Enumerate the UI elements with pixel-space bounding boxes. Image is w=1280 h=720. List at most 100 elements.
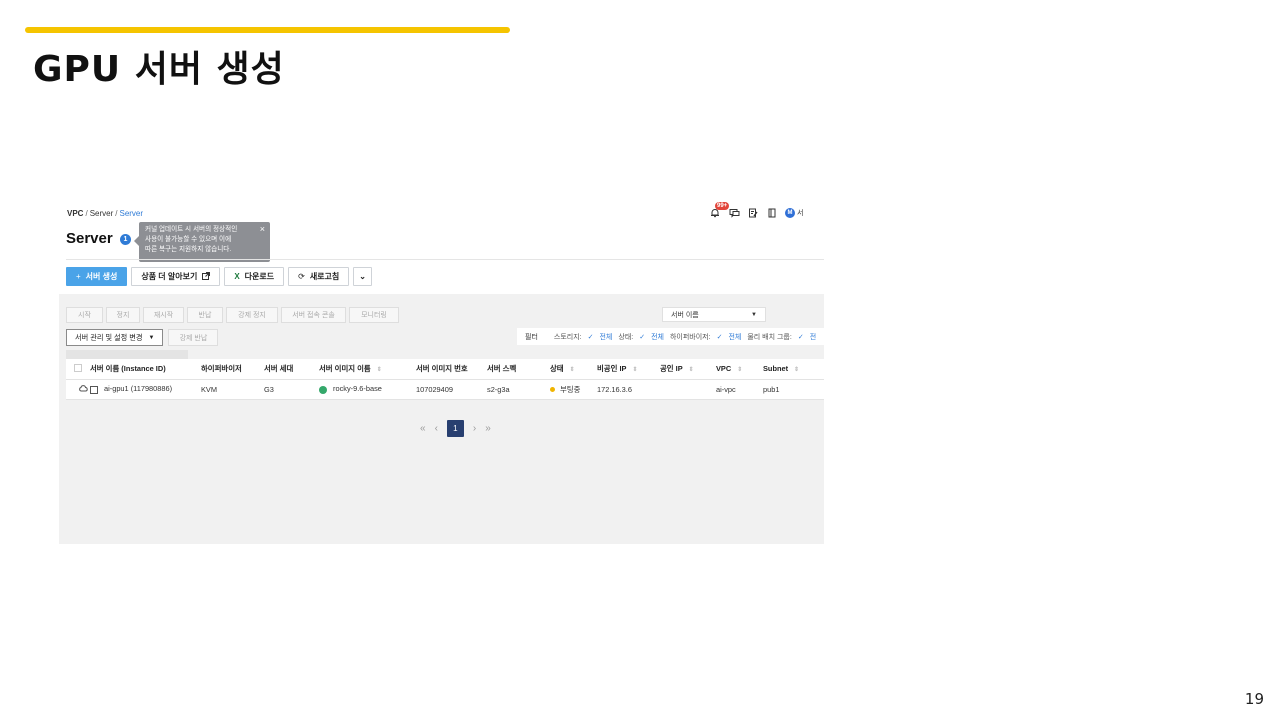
pagination: « ‹ 1 › »: [420, 420, 491, 437]
search-field-value: 서버 이름: [671, 311, 699, 319]
cell-public-ip: [660, 379, 716, 400]
console-screenshot: VPC / Server / Server 99+ M 서 Server 1 커널 업데…: [59, 200, 824, 544]
server-settings-label: 서버 관리 및 설정 변경: [75, 332, 143, 342]
server-icon: [90, 385, 98, 394]
force-stop-button[interactable]: 강제 정지: [226, 307, 278, 323]
table-header-row: 서버 이름 (Instance ID) 하이퍼바이저 서버 세대 서버 이미지 …: [66, 359, 824, 380]
cell-image-no: 107029409: [416, 379, 487, 400]
col-hypervisor[interactable]: 하이퍼바이저: [201, 359, 264, 380]
breadcrumb-server[interactable]: Server: [90, 209, 114, 218]
breadcrumb-vpc[interactable]: VPC: [67, 209, 83, 218]
col-private-ip[interactable]: 비공인 IP ⇕: [597, 359, 660, 380]
check-icon: ✓: [587, 333, 594, 341]
download-label: 다운로드: [244, 272, 275, 281]
caret-down-icon: ▼: [148, 334, 155, 341]
cell-name[interactable]: ai-gpu1 (117980886): [90, 379, 201, 400]
check-icon: ✓: [716, 333, 723, 341]
server-settings-dropdown[interactable]: 서버 관리 및 설정 변경 ▼: [66, 329, 164, 346]
page-current[interactable]: 1: [446, 420, 464, 437]
tooltip-line-1: 커널 업데이트 시 서버의 정상적인: [145, 226, 238, 233]
filter-placement-value[interactable]: 전: [810, 332, 816, 342]
close-icon[interactable]: ×: [260, 224, 265, 234]
tooltip-line-2: 사용이 불가능할 수 있으며 이에: [145, 236, 232, 243]
filter-label[interactable]: 필터: [525, 332, 538, 342]
first-page-icon[interactable]: «: [420, 423, 426, 434]
cell-image-name: rocky-9.6-base: [319, 379, 416, 400]
console-button[interactable]: 서버 접속 콘솔: [281, 307, 346, 323]
search-field-select[interactable]: 서버 이름 ▼: [662, 307, 766, 322]
cell-generation: G3: [264, 379, 319, 400]
external-link-icon: [202, 271, 211, 282]
refresh-icon: ⟳: [298, 272, 305, 281]
user-menu[interactable]: M 서: [785, 207, 803, 219]
filter-storage-value[interactable]: 전체: [599, 332, 612, 342]
sort-icon: ⇕: [737, 367, 743, 374]
table-row[interactable]: ai-gpu1 (117980886) KVM G3 rocky-9.6-bas…: [66, 379, 824, 400]
force-return-button[interactable]: 강제 반납: [168, 329, 219, 346]
select-all-checkbox[interactable]: [66, 359, 90, 380]
create-server-button[interactable]: + 서버 생성: [66, 267, 128, 286]
server-table: 서버 이름 (Instance ID) 하이퍼바이저 서버 세대 서버 이미지 …: [66, 359, 824, 400]
col-vpc[interactable]: VPC ⇕: [716, 359, 763, 380]
filter-placement-key: 물리 배치 그룹:: [747, 333, 792, 341]
col-image-name[interactable]: 서버 이미지 이름 ⇕: [319, 359, 416, 380]
last-page-icon[interactable]: »: [485, 423, 491, 434]
kernel-update-tooltip: 커널 업데이트 시 서버의 정상적인 사용이 불가능할 수 있으며 이에 따른 …: [134, 222, 270, 262]
col-subnet[interactable]: Subnet ⇕: [763, 359, 824, 380]
info-count-icon[interactable]: 1: [120, 234, 131, 245]
refresh-button[interactable]: ⟳ 새로고침: [288, 267, 350, 286]
filter-status-value[interactable]: 전체: [651, 332, 664, 342]
check-icon: ✓: [639, 333, 646, 341]
sort-icon: ⇕: [688, 367, 694, 374]
cell-private-ip: 172.16.3.6: [597, 379, 660, 400]
tooltip-line-3: 따른 복구는 지원하지 않습니다.: [145, 246, 232, 253]
col-name[interactable]: 서버 이름 (Instance ID): [90, 359, 201, 380]
header-divider: [66, 259, 824, 260]
restart-button[interactable]: 재시작: [143, 307, 184, 323]
refresh-label: 새로고침: [309, 272, 340, 281]
col-generation[interactable]: 서버 세대: [264, 359, 319, 380]
cell-subnet: pub1: [763, 379, 824, 400]
check-icon: ✓: [797, 333, 804, 341]
server-actions: 시작 정지 재시작 반납 강제 정지 서버 접속 콘솔 모니터링: [66, 307, 399, 323]
learn-more-button[interactable]: 상품 더 알아보기: [131, 267, 221, 286]
next-page-icon[interactable]: ›: [473, 423, 476, 434]
filter-storage-key: 스토리지:: [553, 333, 582, 341]
plus-icon: +: [76, 272, 81, 281]
edit-doc-icon[interactable]: [747, 207, 759, 219]
prev-page-icon[interactable]: ‹: [435, 423, 438, 434]
bell-icon[interactable]: 99+: [709, 202, 730, 219]
col-spec[interactable]: 서버 스펙: [487, 359, 550, 380]
sort-icon: ⇕: [376, 367, 382, 374]
filter-hypervisor-value[interactable]: 전체: [728, 332, 741, 342]
excel-icon: X: [234, 272, 240, 281]
filter-bar: 필터 스토리지: ✓ 전체 상태: ✓ 전체 하이퍼바이저: ✓ 전체 물리 배치 그룹: ✓…: [517, 328, 824, 345]
col-image-no[interactable]: 서버 이미지 번호: [416, 359, 487, 380]
cloud-icon: [66, 379, 90, 400]
title-accent-bar: [25, 27, 510, 33]
sort-icon: ⇕: [569, 367, 575, 374]
stop-button[interactable]: 정지: [106, 307, 140, 323]
sort-icon: ⇕: [632, 367, 638, 374]
slide-title: GPU 서버 생성: [33, 49, 285, 90]
breadcrumb-current: Server: [119, 209, 144, 218]
cell-spec: s2-g3a: [487, 379, 550, 400]
cell-status: 부팅중: [550, 379, 597, 400]
download-button[interactable]: X 다운로드: [224, 267, 285, 286]
return-button[interactable]: 반납: [187, 307, 223, 323]
filter-status-key: 상태:: [618, 333, 634, 341]
create-server-label: 서버 생성: [85, 272, 118, 281]
col-public-ip[interactable]: 공인 IP ⇕: [660, 359, 716, 380]
start-button[interactable]: 시작: [66, 307, 103, 323]
book-icon[interactable]: [766, 207, 778, 219]
filter-hypervisor-key: 하이퍼바이저:: [669, 333, 711, 341]
col-status[interactable]: 상태 ⇕: [550, 359, 597, 380]
monitoring-button[interactable]: 모니터링: [349, 307, 399, 323]
status-dot: [550, 387, 555, 393]
more-dropdown-button[interactable]: ⌄: [353, 267, 372, 286]
chat-icon[interactable]: [728, 207, 740, 219]
page-number: 19: [1244, 690, 1264, 708]
header-icons: 99+ M 서: [709, 202, 803, 219]
chevron-down-icon: ⌄: [359, 272, 366, 281]
breadcrumb: VPC / Server / Server: [67, 209, 144, 218]
